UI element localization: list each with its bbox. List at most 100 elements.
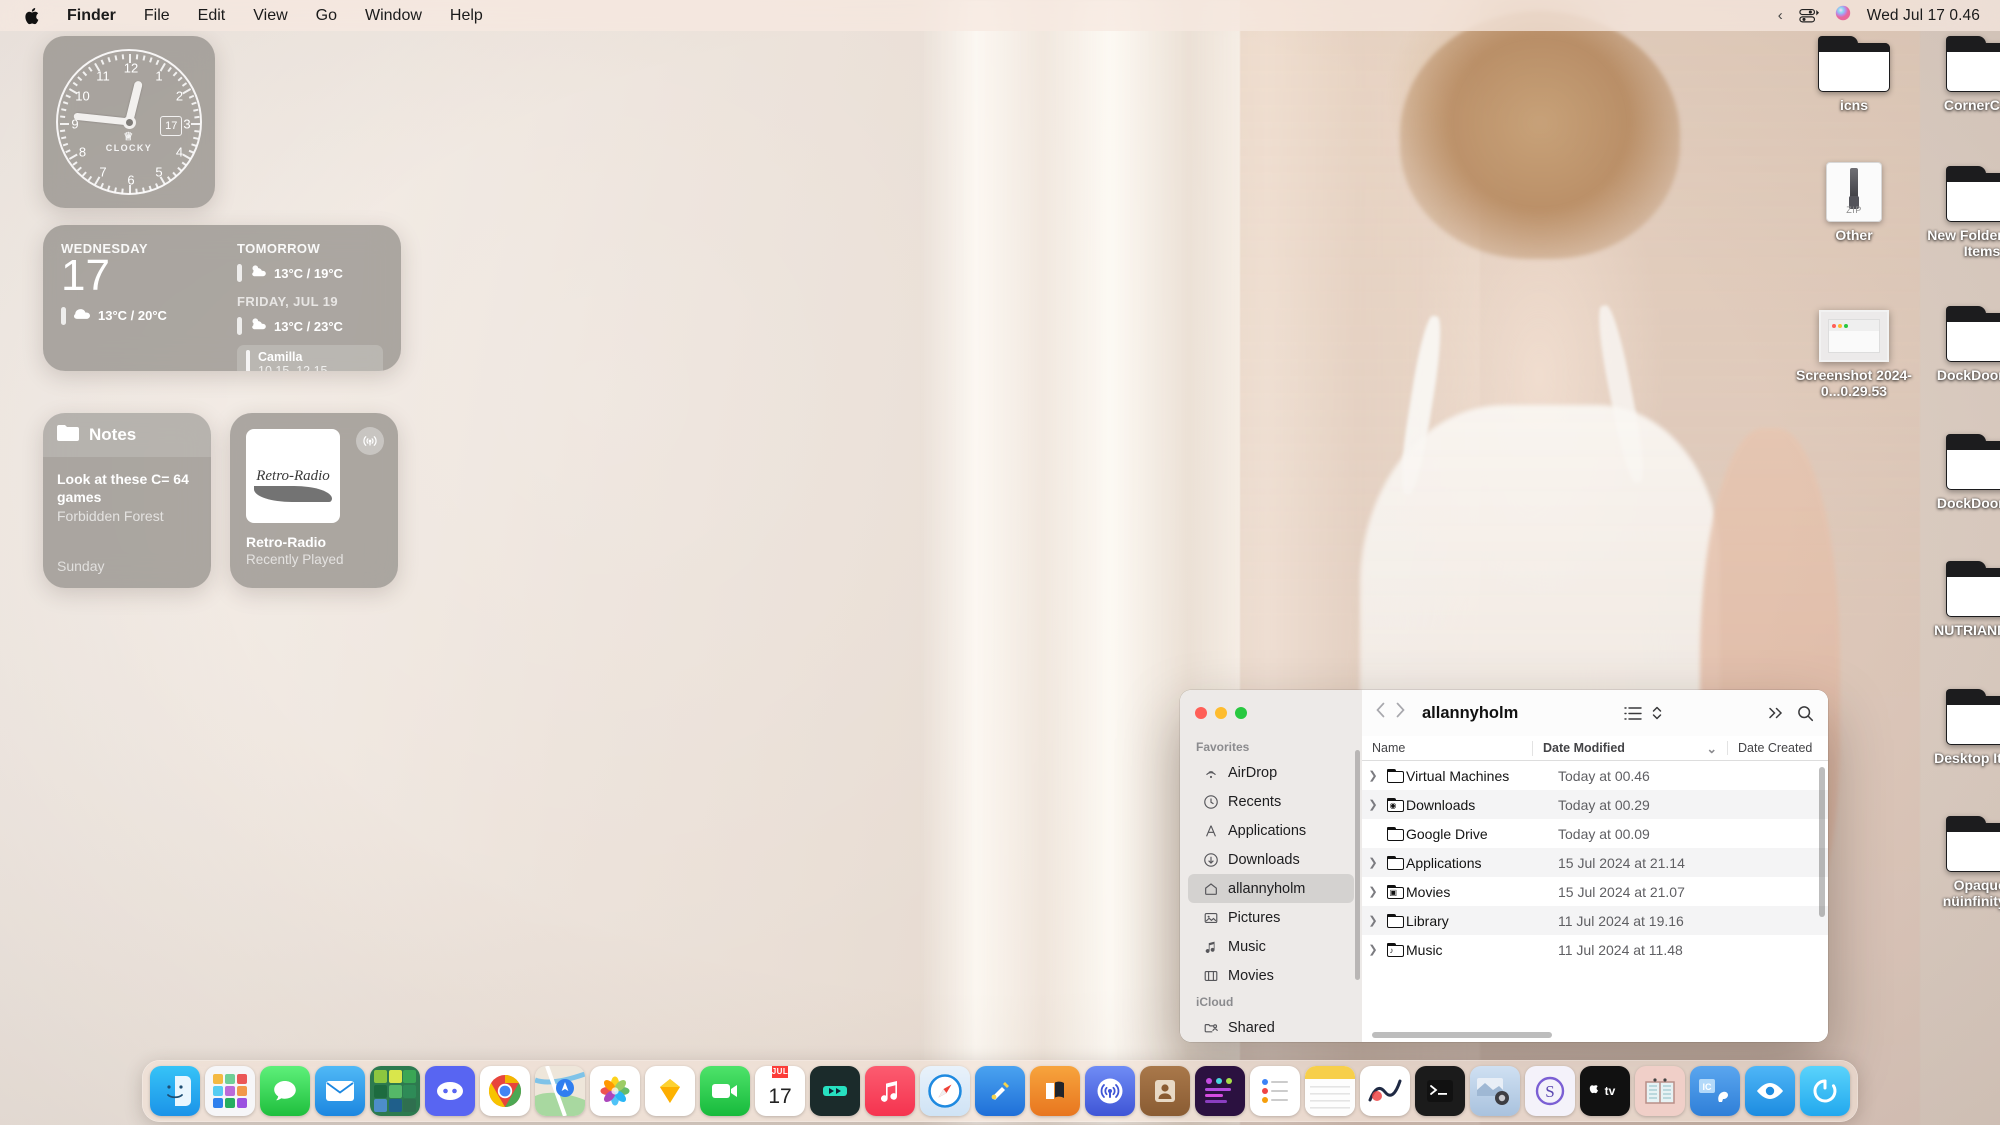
dock-item-launchpad[interactable] [205,1066,255,1116]
double-chevron-icon[interactable] [1768,706,1784,720]
table-row[interactable]: ❯ Virtual Machines Today at 00.46 [1362,761,1828,790]
horizontal-scrollbar[interactable] [1372,1032,1552,1038]
vertical-scrollbar[interactable] [1819,767,1825,917]
dock-item-sketch[interactable] [645,1066,695,1116]
music-widget[interactable]: Retro-Radio Retro-Radio Recently Played [230,413,398,588]
notes-widget[interactable]: Notes Look at these C= 64 games Forbidde… [43,413,211,588]
sidebar-item-pictures[interactable]: Pictures [1188,903,1354,932]
sidebar-item-movies[interactable]: Movies [1188,961,1354,990]
table-row[interactable]: ❯ Applications 15 Jul 2024 at 21.14 [1362,848,1828,877]
dock-item-chrome[interactable] [480,1066,530,1116]
column-header-date-modified[interactable]: Date Modified ⌄ [1532,740,1727,756]
calendar-event[interactable]: Camilla 10.15–12.15 [237,345,383,371]
menu-item-go[interactable]: Go [302,6,351,26]
dock-item-finder[interactable] [150,1066,200,1116]
weather-tomorrow-label: TOMORROW [237,241,321,256]
dock-item-safari[interactable] [920,1066,970,1116]
finder-window[interactable]: Favorites AirDrop Recents Applications D… [1180,690,1828,1042]
chevron-right-icon[interactable] [1396,702,1405,724]
dock-item-reminders[interactable] [1250,1066,1300,1116]
table-row[interactable]: ❯ ◉ Downloads Today at 00.29 [1362,790,1828,819]
dock-item-eye[interactable] [1745,1066,1795,1116]
maximize-button[interactable] [1235,707,1247,719]
table-row[interactable]: ❯ ▣ Movies 15 Jul 2024 at 21.07 [1362,877,1828,906]
dock-item-library[interactable] [1635,1066,1685,1116]
sidebar-item-applications[interactable]: Applications [1188,816,1354,845]
desktop-icon-icns[interactable]: icns [1790,30,1918,113]
table-row[interactable]: ❯ ♪ Music 11 Jul 2024 at 11.48 [1362,935,1828,964]
dock-item-circle-s[interactable]: S [1525,1066,1575,1116]
dock-item-icon-composer[interactable]: IC [1690,1066,1740,1116]
column-header-date-created[interactable]: Date Created [1727,741,1828,755]
broadcast-icon[interactable] [356,427,384,455]
dock-item-screenshot-tool[interactable] [1470,1066,1520,1116]
dock-item-discord[interactable] [425,1066,475,1116]
close-button[interactable] [1195,707,1207,719]
control-center-icon[interactable] [1799,8,1819,23]
weather-calendar-widget[interactable]: WEDNESDAY 17 13°C / 20°C TOMORROW 13°C /… [43,225,401,371]
dock-item-xcode[interactable] [975,1066,1025,1116]
column-header-name[interactable]: Name [1362,741,1532,755]
desktop-icon-opaque-nuinfinity24[interactable]: Opaque-nüinfinity24 [1918,810,2000,909]
dock-item-books[interactable] [1030,1066,1080,1116]
desktop-icon-new-folder-with-items[interactable]: New Folder With Items [1918,160,2000,259]
dock-item-music[interactable] [865,1066,915,1116]
menu-item-window[interactable]: Window [351,6,436,26]
dock-item-media-player[interactable] [810,1066,860,1116]
menu-bar-clock[interactable]: Wed Jul 17 0.46 [1867,7,1980,25]
dock-item-terminal[interactable] [1415,1066,1465,1116]
dock-item-mail[interactable] [315,1066,365,1116]
dock-item-notes[interactable] [1305,1066,1355,1116]
dock-item-contacts[interactable] [1140,1066,1190,1116]
dock-item-apple-tv[interactable]: tv [1580,1066,1630,1116]
dock-item-messages[interactable] [260,1066,310,1116]
desktop-icon-nutrianmod[interactable]: NUTRIANMOD [1918,555,2000,638]
menu-item-edit[interactable]: Edit [184,6,240,26]
dock-item-console[interactable] [1195,1066,1245,1116]
sidebar-item-downloads[interactable]: Downloads [1188,845,1354,874]
dock-item-refresh[interactable] [1800,1066,1850,1116]
search-icon[interactable] [1797,705,1814,722]
chevron-left-icon[interactable] [1376,702,1385,724]
disclosure-triangle-icon[interactable]: ❯ [1362,798,1384,811]
list-view-icon[interactable] [1623,706,1642,721]
menu-item-view[interactable]: View [239,6,301,26]
desktop-icon-other[interactable]: ZIP Other [1790,160,1918,243]
dock-item-maps[interactable] [535,1066,585,1116]
dock-item-podcasts[interactable] [1085,1066,1135,1116]
menu-bar-items: Finder File Edit View Go Window Help [14,6,497,26]
dock-item-facetime[interactable] [700,1066,750,1116]
menu-item-finder[interactable]: Finder [53,6,130,26]
minimize-button[interactable] [1215,707,1227,719]
disclosure-triangle-icon[interactable]: ❯ [1362,914,1384,927]
sidebar-scrollbar[interactable] [1355,750,1360,980]
desktop-icon-desktop-items[interactable]: Desktop Items [1918,683,2000,766]
siri-orb-icon[interactable] [1835,5,1851,26]
apple-logo-icon[interactable] [14,7,53,25]
dock-item-stocks[interactable] [1360,1066,1410,1116]
menu-item-file[interactable]: File [130,6,184,26]
desktop-icon-dockdoor-v5[interactable]: DockDoor_v5 [1918,428,2000,511]
disclosure-triangle-icon[interactable]: ❯ [1362,856,1384,869]
clock-widget[interactable]: ♕ CLOCKY 17 12 1 2 3 4 5 6 7 8 9 10 11 [43,36,215,208]
desktop-icon-dockdoor-v6[interactable]: DockDoor_v6 [1918,300,2000,383]
table-row[interactable]: ❯ Library 11 Jul 2024 at 19.16 [1362,906,1828,935]
desktop-icon-screenshot[interactable]: Screenshot 2024-0...0.29.53 [1790,300,1918,399]
finder-file-list[interactable]: ❯ Virtual Machines Today at 00.46 ❯ ◉ Do… [1362,761,1828,1042]
sort-updown-icon[interactable] [1651,705,1663,721]
sidebar-item-music[interactable]: Music [1188,932,1354,961]
dock-item-photos[interactable] [590,1066,640,1116]
dock-item-calendar[interactable]: JUL 17 [755,1066,805,1116]
menu-bar-chevron-icon[interactable]: ‹ [1778,7,1783,24]
disclosure-triangle-icon[interactable]: ❯ [1362,943,1384,956]
sidebar-item-airdrop[interactable]: AirDrop [1188,758,1354,787]
sidebar-item-allannyholm[interactable]: allannyholm [1188,874,1354,903]
dock-item-color-grid-app[interactable] [370,1066,420,1116]
sidebar-item-recents[interactable]: Recents [1188,787,1354,816]
sidebar-item-shared[interactable]: Shared [1188,1013,1354,1042]
disclosure-triangle-icon[interactable]: ❯ [1362,769,1384,782]
menu-item-help[interactable]: Help [436,6,497,26]
table-row[interactable]: Google Drive Today at 00.09 [1362,819,1828,848]
disclosure-triangle-icon[interactable]: ❯ [1362,885,1384,898]
desktop-icon-cornercar[interactable]: CornerCAR [1918,30,2000,113]
